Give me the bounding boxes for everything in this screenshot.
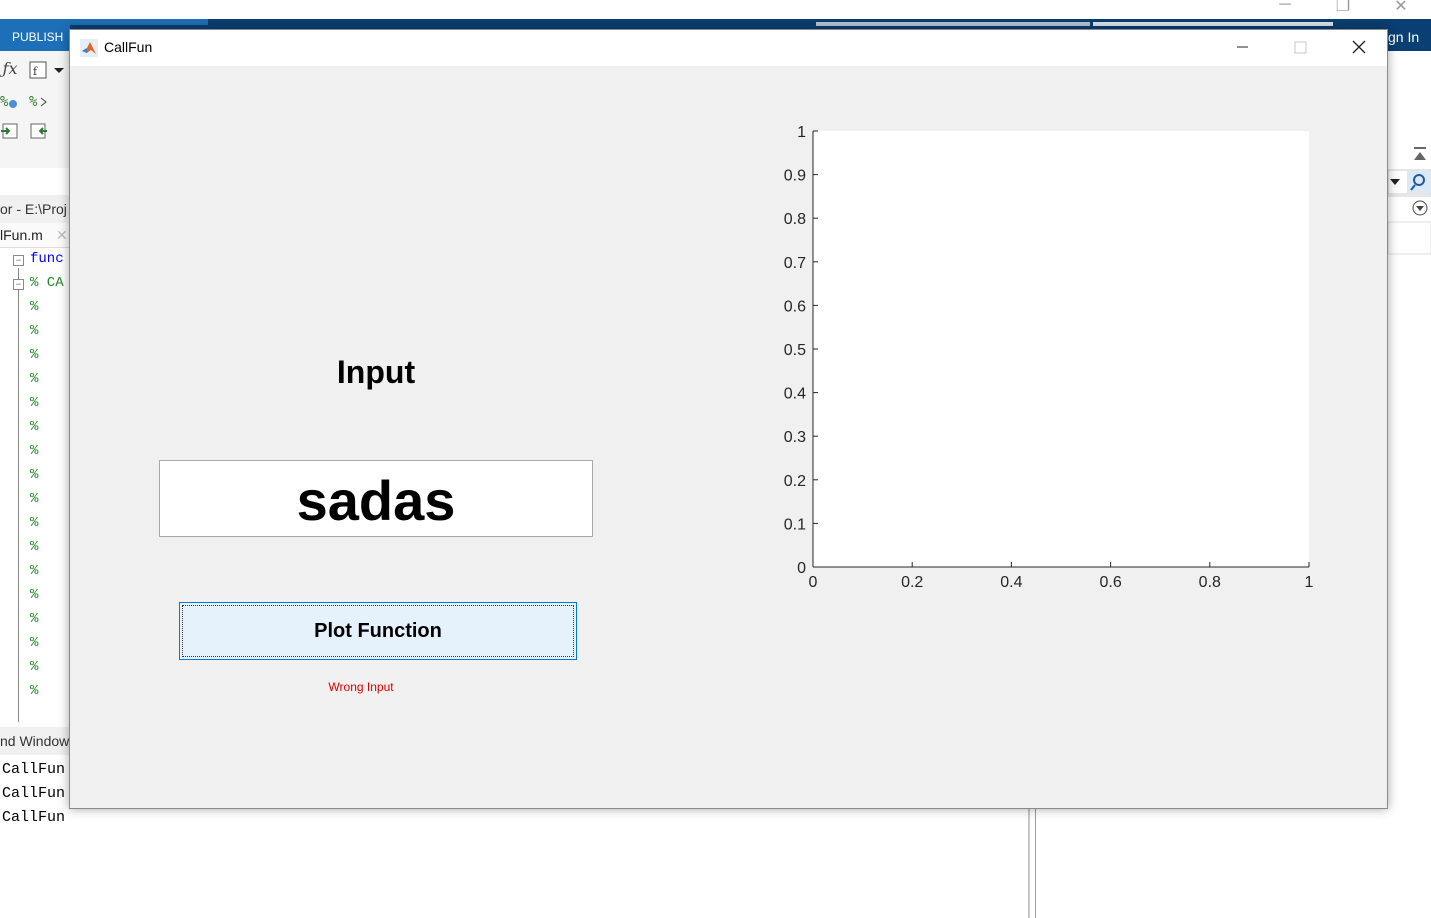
svg-text:%: %: [29, 94, 38, 110]
figure-close-icon[interactable]: [1329, 30, 1387, 64]
code-line: %: [30, 611, 39, 627]
matlab-logo-icon: [80, 39, 98, 57]
y-tick-label: 0.1: [784, 516, 806, 533]
fold-toggle-icon[interactable]: −: [13, 255, 24, 266]
close-icon[interactable]: ✕: [1381, 0, 1421, 16]
close-tab-icon[interactable]: ✕: [56, 223, 68, 247]
indent-icon[interactable]: [0, 122, 18, 140]
command-window-title: nd Window: [0, 727, 70, 755]
x-tick-label: 0.6: [1099, 574, 1121, 591]
figure-maximize-icon[interactable]: [1271, 30, 1329, 64]
collapse-icon: [1414, 152, 1426, 160]
code-line: %: [30, 299, 39, 315]
panel-controls: [1387, 147, 1431, 255]
svg-text:%: %: [0, 94, 9, 110]
figure-title: CallFun: [104, 39, 153, 55]
code-line: %: [30, 323, 39, 339]
minimize-icon[interactable]: ─: [1265, 0, 1305, 16]
code-line: %: [30, 683, 39, 699]
ribbon-tab-strip: [70, 19, 208, 25]
code-line: %: [30, 587, 39, 603]
workspace-panel-edge: [1387, 140, 1431, 260]
code-fold-line: [18, 268, 19, 722]
y-tick-label: 0.8: [784, 211, 806, 228]
sign-in-link[interactable]: gn In: [1388, 19, 1431, 51]
figure-minimize-icon[interactable]: [1213, 30, 1271, 64]
figure-title-bar[interactable]: CallFun: [70, 30, 1387, 66]
code-line: %: [30, 371, 39, 387]
x-tick-label: 0: [809, 574, 818, 591]
code-line: func: [30, 251, 64, 267]
outdent-icon[interactable]: [29, 122, 47, 140]
command-output-line: CallFun: [2, 809, 66, 826]
x-tick-label: 0.8: [1199, 574, 1221, 591]
code-line: %: [30, 515, 39, 531]
y-tick-label: 1: [797, 124, 806, 141]
comment-icon[interactable]: %: [0, 92, 18, 110]
command-output-line: CallFun: [2, 785, 66, 802]
code-line: %: [30, 443, 39, 459]
code-editor[interactable]: − − func % CA%%%%%%%%%%%%%%%%%: [0, 248, 70, 722]
ribbon-search-bar: [816, 22, 1090, 26]
code-line: %: [30, 563, 39, 579]
x-tick-label: 1: [1305, 574, 1314, 591]
figure-client-area: Input sadas Plot Function Wrong Input 00…: [70, 66, 1387, 808]
y-tick-label: 0.7: [784, 255, 806, 272]
tab-publish[interactable]: PUBLISH: [0, 19, 70, 51]
editor-file-tab[interactable]: lFun.m ✕: [0, 223, 70, 248]
code-line: %: [30, 347, 39, 363]
y-tick-label: 0.2: [784, 473, 806, 490]
insert-function-icon[interactable]: f: [29, 61, 47, 79]
code-line: % CA: [30, 275, 64, 291]
y-tick-label: 0.9: [784, 168, 806, 185]
editor-file-tab-label: lFun.m: [0, 227, 43, 243]
code-line: %: [30, 659, 39, 675]
editor-title: or - E:\Proj: [0, 195, 70, 223]
y-tick-label: 0: [797, 560, 806, 577]
code-line: %: [30, 539, 39, 555]
uncomment-icon[interactable]: %: [29, 92, 47, 110]
restore-icon[interactable]: ❐: [1323, 0, 1363, 16]
plot-area: [813, 131, 1309, 567]
code-line: %: [30, 491, 39, 507]
code-line: %: [30, 467, 39, 483]
plot-axes[interactable]: 0 0.2 0.4 0.6 0.8 1 0 0.1 0.2 0.3 0.4 0.5 0.6 0.7 0.8 0…: [70, 66, 1387, 808]
y-tick-label: 0.5: [784, 342, 806, 359]
fold-toggle-icon[interactable]: −: [13, 279, 24, 290]
matlab-title-bar: ─ ❐ ✕: [0, 0, 1431, 19]
y-tick-label: 0.3: [784, 429, 806, 446]
fx-icon[interactable]: ƒx: [1, 60, 19, 78]
code-line: %: [30, 635, 39, 651]
panel-splitter[interactable]: [1028, 808, 1036, 918]
code-line: %: [30, 419, 39, 435]
command-output-line: CallFun: [2, 761, 66, 778]
y-tick-label: 0.6: [784, 298, 806, 315]
callfun-figure-window: CallFun Input sadas Plot Function Wrong …: [69, 29, 1388, 809]
code-line: %: [30, 395, 39, 411]
dropdown-icon[interactable]: [52, 61, 70, 79]
x-tick-label: 0.4: [1000, 574, 1022, 591]
x-tick-label: 0.2: [901, 574, 923, 591]
ribbon-search-bar-2: [1093, 22, 1333, 26]
y-tick-label: 0.4: [784, 386, 806, 403]
editor-toolstrip: ƒx f % %: [0, 51, 70, 168]
